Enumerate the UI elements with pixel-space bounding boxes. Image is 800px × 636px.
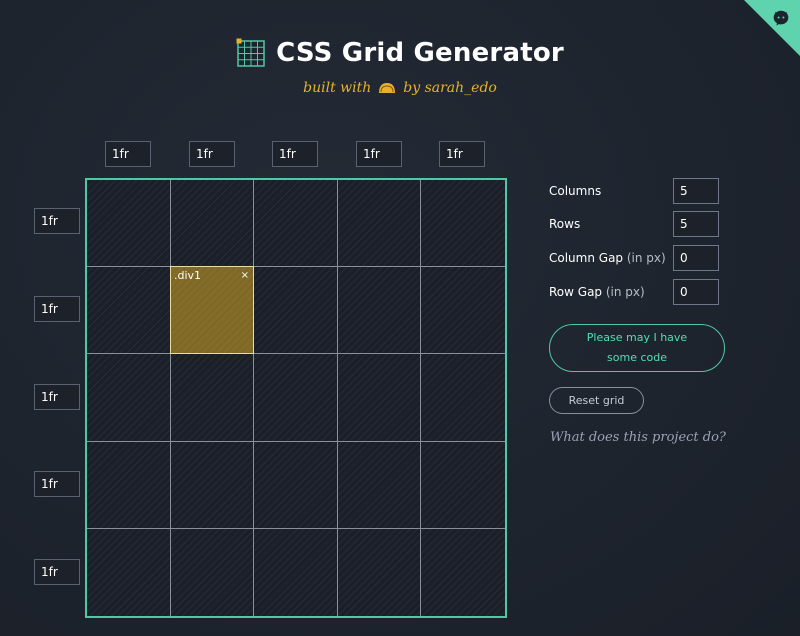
row-gap-label: Row Gap (in px) <box>549 285 645 299</box>
row-size-input-1[interactable] <box>34 208 80 234</box>
grid-cell[interactable] <box>421 180 505 268</box>
column-size-input-2[interactable] <box>189 141 235 167</box>
grid-cell[interactable] <box>87 354 171 442</box>
subtitle-prefix: built with <box>303 80 372 96</box>
row-size-input-3[interactable] <box>34 384 80 410</box>
column-size-input-3[interactable] <box>272 141 318 167</box>
close-icon[interactable]: × <box>241 270 249 281</box>
reset-grid-button[interactable]: Reset grid <box>549 387 644 414</box>
taco-icon <box>379 83 396 93</box>
grid-cell[interactable] <box>337 354 422 442</box>
grid-cell[interactable] <box>421 442 505 529</box>
grid-cell[interactable] <box>254 528 338 616</box>
rows-input[interactable] <box>673 211 719 237</box>
rows-label: Rows <box>549 217 581 231</box>
grid-cell[interactable] <box>87 267 171 355</box>
row-gap-input[interactable] <box>673 279 719 305</box>
grid-cell[interactable] <box>170 180 255 268</box>
subtitle-author[interactable]: by sarah_edo <box>403 80 497 96</box>
grid-cell[interactable] <box>170 354 255 442</box>
column-gap-input[interactable] <box>673 245 719 271</box>
grid-cell[interactable] <box>254 180 338 268</box>
grid-item-label: .div1 <box>174 269 202 282</box>
grid-cell[interactable] <box>171 528 255 616</box>
github-octocat-icon[interactable] <box>770 8 792 30</box>
columns-label: Columns <box>549 184 602 198</box>
about-link[interactable]: What does this project do? <box>550 430 726 445</box>
title-row: CSS Grid Generator <box>236 38 564 68</box>
column-gap-label: Column Gap (in px) <box>549 251 666 265</box>
grid-cell[interactable] <box>87 528 171 616</box>
columns-input[interactable] <box>673 178 719 204</box>
column-size-input-1[interactable] <box>105 141 151 167</box>
grid-cell[interactable] <box>87 180 171 268</box>
row-size-input-5[interactable] <box>34 559 80 585</box>
grid-cell[interactable] <box>254 267 338 355</box>
grid-cell[interactable] <box>337 441 422 529</box>
header: CSS Grid Generator built with by sarah_e… <box>0 38 800 96</box>
grid-cell[interactable] <box>421 354 505 442</box>
grid-item-div1[interactable]: .div1 × <box>170 266 254 354</box>
grid-cell[interactable] <box>170 441 255 529</box>
grid-cell[interactable] <box>254 441 338 529</box>
get-code-button[interactable]: Please may I have some code <box>549 324 725 372</box>
grid-cell[interactable] <box>87 441 171 529</box>
grid-cell[interactable] <box>338 528 422 616</box>
column-size-input-4[interactable] <box>356 141 402 167</box>
row-size-input-4[interactable] <box>34 471 80 497</box>
grid-icon <box>236 38 265 67</box>
grid-cell[interactable] <box>421 529 505 616</box>
row-size-input-2[interactable] <box>34 296 80 322</box>
page-title: CSS Grid Generator <box>276 38 564 68</box>
column-size-input-5[interactable] <box>439 141 485 167</box>
grid-cell[interactable] <box>254 354 338 442</box>
grid-cell[interactable] <box>337 267 422 355</box>
grid-cell[interactable] <box>337 180 422 268</box>
grid-canvas[interactable] <box>85 178 507 618</box>
grid-cell[interactable] <box>421 267 505 355</box>
subtitle: built with by sarah_edo <box>303 80 497 96</box>
